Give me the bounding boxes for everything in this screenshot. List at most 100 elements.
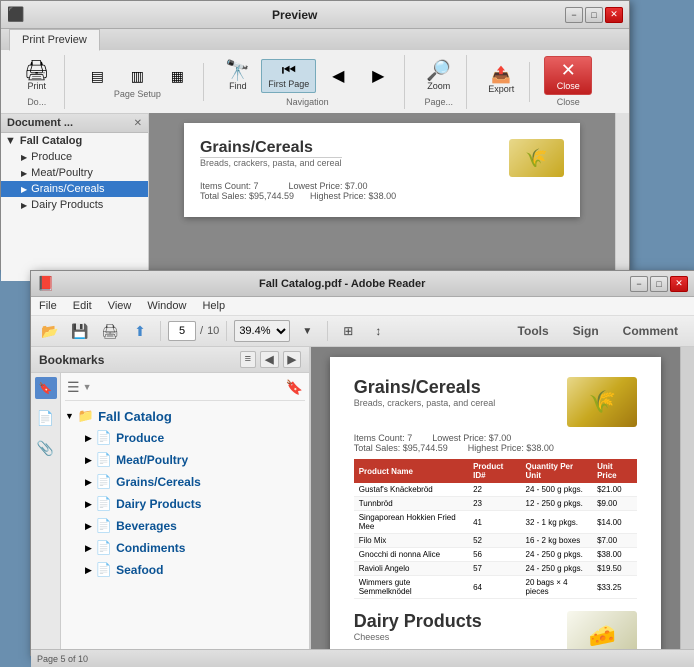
zoom-select[interactable]: 39.4% 50% 75% 100% [234, 320, 290, 342]
preview-maximize-button[interactable]: □ [585, 7, 603, 23]
tools-button[interactable]: Tools [508, 321, 559, 341]
bm-item-dairy[interactable]: ▶ 📄 Dairy Products [65, 493, 305, 515]
menu-help[interactable]: Help [202, 300, 225, 312]
binoculars-icon: 🔭 [225, 61, 250, 81]
bookmark-icon-btn[interactable]: 🔖 [35, 377, 57, 399]
bm-item-condiments[interactable]: ▶ 📄 Condiments [65, 537, 305, 559]
page-icon-3: ▦ [171, 69, 184, 83]
bm-list-icon[interactable]: ☰ [67, 379, 80, 396]
tb-fit-page[interactable]: ⊞ [335, 319, 361, 343]
export-label: Export [488, 84, 514, 94]
nav-next-button[interactable]: ▶ [360, 62, 396, 90]
tree-item-dairy[interactable]: ▶ Dairy Products [1, 197, 148, 213]
menu-window[interactable]: Window [147, 300, 186, 312]
table-row: Filo Mix5216 - 2 kg boxes$7.00 [354, 534, 638, 548]
bm-arrow-icon[interactable]: ▼ [83, 382, 92, 396]
nav-next-icon: ▶ [372, 66, 384, 86]
bm-meat-icon: 📄 [96, 452, 112, 468]
page-setup-btn1[interactable]: ▤ [79, 65, 115, 87]
print-button[interactable]: 🖨 Print [17, 57, 56, 95]
tree-root-item[interactable]: ▼ Fall Catalog [1, 133, 148, 149]
group-page-setup-label: Page Setup [114, 89, 161, 99]
tb-upload-button[interactable]: ⬆ [127, 319, 153, 343]
bm-bookmark-add-icon[interactable]: 🔖 [286, 379, 303, 396]
tree-label-meat: Meat/Poultry [31, 167, 93, 179]
preview-scrollbar[interactable] [615, 113, 629, 281]
reader-minimize-button[interactable]: − [630, 276, 648, 292]
export-button[interactable]: 📤 Export [481, 64, 521, 98]
zoom-button[interactable]: 🔎 Zoom [419, 57, 458, 95]
grains-section-sub: Breads, crackers, pasta, and cereal [354, 398, 496, 408]
grains-section-header: Grains/Cereals Breads, crackers, pasta, … [354, 377, 638, 427]
bm-item-grains[interactable]: ▶ 📄 Grains/Cereals [65, 471, 305, 493]
bm-options-button[interactable]: ≡ [240, 351, 256, 368]
dairy-section-sub: Cheeses [354, 632, 482, 642]
tb-zoom-down[interactable]: ▼ [294, 319, 320, 343]
tree-label-dairy: Dairy Products [31, 199, 103, 211]
ribbon-zoom-buttons: 🔎 Zoom [419, 57, 458, 95]
menu-edit[interactable]: Edit [73, 300, 92, 312]
grains-col-product-id: Product ID# [468, 459, 520, 483]
tree-root-label: Fall Catalog [20, 135, 82, 147]
bm-item-beverages[interactable]: ▶ 📄 Beverages [65, 515, 305, 537]
pdf-scrollbar[interactable] [680, 347, 694, 649]
pdf-content-area[interactable]: Grains/Cereals Breads, crackers, pasta, … [311, 347, 680, 649]
group-do-label: Do... [27, 97, 46, 107]
preview-grain-image: 🌾 [509, 139, 564, 177]
tree-item-grains[interactable]: ▶ Grains/Cereals [1, 181, 148, 197]
table-row: Gustaf's Knäckebröd2224 - 500 g pkgs.$21… [354, 483, 638, 497]
tree-arrow-grains: ▶ [21, 185, 27, 194]
tree-root-arrow: ▼ [5, 135, 16, 147]
preview-section-info: Grains/Cereals Breads, crackers, pasta, … [200, 139, 342, 168]
reader-close-button[interactable]: ✕ [670, 276, 688, 292]
nav-prev-button[interactable]: ◀ [320, 62, 356, 90]
bm-root-item[interactable]: ▼ 📁 Fall Catalog [65, 405, 305, 427]
close-x-icon: ✕ [561, 60, 576, 81]
bm-toolbar-left: ☰ ▼ [67, 379, 91, 396]
close-preview-button[interactable]: ✕ Close [544, 56, 592, 95]
ribbon-group-export: 📤 Export [473, 62, 530, 102]
find-button[interactable]: 🔭 Find [218, 57, 257, 95]
bookmarks-header: Bookmarks ≡ ◀ ▶ [31, 347, 309, 373]
preview-canvas: Grains/Cereals Breads, crackers, pasta, … [149, 113, 615, 281]
ribbon-group-close: ✕ Close Close [536, 54, 600, 109]
bm-produce-icon: 📄 [96, 430, 112, 446]
grains-col-product-name: Product Name [354, 459, 468, 483]
tab-print-preview[interactable]: Print Preview [9, 29, 100, 51]
reader-maximize-button[interactable]: □ [650, 276, 668, 292]
tree-label-grains: Grains/Cereals [31, 183, 104, 195]
clip-icon-btn[interactable]: 📎 [35, 437, 57, 459]
tb-open-button[interactable]: 📂 [37, 319, 63, 343]
page-number-input[interactable] [168, 321, 196, 341]
menu-view[interactable]: View [108, 300, 132, 312]
bm-item-seafood[interactable]: ▶ 📄 Seafood [65, 559, 305, 581]
page-icon-btn[interactable]: 📄 [35, 407, 57, 429]
dairy-section-header: Dairy Products Cheeses 🧀 [354, 611, 638, 649]
bm-item-meat[interactable]: ▶ 📄 Meat/Poultry [65, 449, 305, 471]
comment-button[interactable]: Comment [613, 321, 688, 341]
table-row: Ravioli Angelo5724 - 250 g pkgs.$19.50 [354, 562, 638, 576]
tb-print-button[interactable]: 🖨 [97, 319, 123, 343]
sign-button[interactable]: Sign [563, 321, 609, 341]
bm-expand-button[interactable]: ◀ [260, 351, 278, 368]
bm-collapse-button[interactable]: ▶ [283, 351, 301, 368]
panel-close-button[interactable]: ✕ [134, 118, 142, 129]
reader-titlebar: 📕 Fall Catalog.pdf - Adobe Reader − □ ✕ [31, 271, 694, 297]
tree-item-produce[interactable]: ▶ Produce [1, 149, 148, 165]
bm-cond-expand: ▶ [85, 543, 92, 554]
reader-window-controls: − □ ✕ [630, 276, 688, 292]
preview-section-title: Grains/Cereals [200, 139, 342, 158]
preview-close-button[interactable]: ✕ [605, 7, 623, 23]
menu-file[interactable]: File [39, 300, 57, 312]
preview-minimize-button[interactable]: − [565, 7, 583, 23]
bm-item-produce[interactable]: ▶ 📄 Produce [65, 427, 305, 449]
first-page-button[interactable]: ⏮ First Page [261, 59, 316, 93]
tree-item-meat-poultry[interactable]: ▶ Meat/Poultry [1, 165, 148, 181]
preview-total-sales: Total Sales: $95,744.59 [200, 191, 294, 201]
first-page-label: First Page [268, 79, 309, 89]
panel-area: Document ... ✕ ▼ Fall Catalog ▶ Produce … [1, 113, 629, 281]
page-setup-btn2[interactable]: ▥ [119, 65, 155, 87]
page-setup-btn3[interactable]: ▦ [159, 65, 195, 87]
tb-rotate[interactable]: ↕ [365, 319, 391, 343]
tb-save-button[interactable]: 💾 [67, 319, 93, 343]
